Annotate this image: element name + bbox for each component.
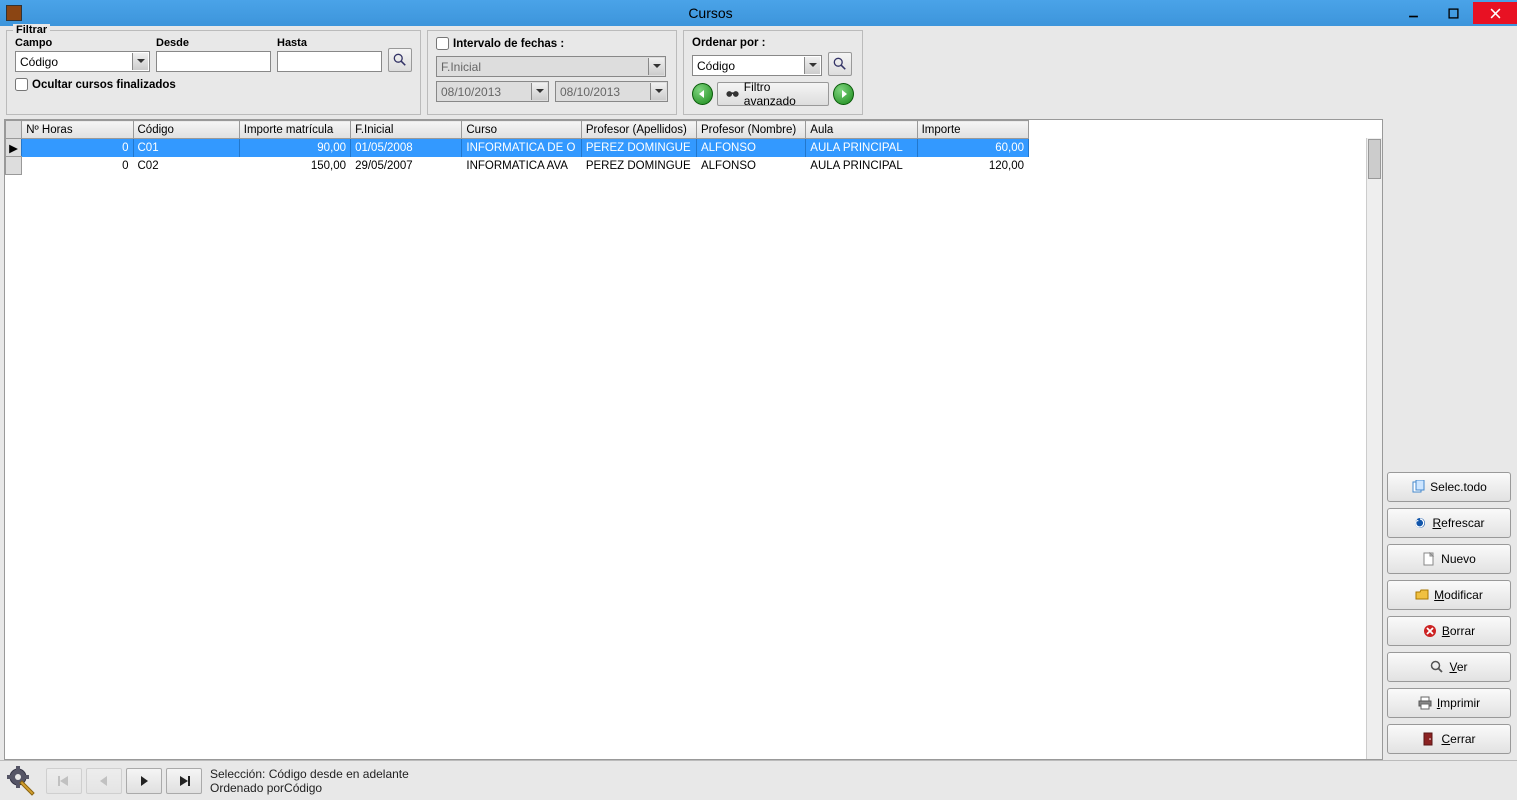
- status-text: Selección: Código desde en adelante Orde…: [210, 767, 409, 795]
- search-icon: [833, 57, 847, 71]
- binoculars-icon: [726, 88, 739, 100]
- desde-label: Desde: [156, 37, 271, 49]
- door-icon: [1422, 732, 1436, 746]
- gear-icon: [6, 765, 38, 797]
- app-icon: [6, 5, 22, 21]
- folder-icon: [1415, 588, 1429, 602]
- top-panel: Filtrar Campo Código Desde Hasta Ocultar…: [0, 26, 1517, 119]
- bottom-bar: Selección: Código desde en adelante Orde…: [0, 760, 1517, 800]
- print-icon: [1418, 696, 1432, 710]
- search-icon: [393, 53, 407, 67]
- order-title: Ordenar por :: [692, 37, 854, 49]
- campo-select[interactable]: Código: [15, 51, 150, 72]
- record-nav: [46, 768, 202, 794]
- delete-button[interactable]: Borrar: [1387, 616, 1511, 646]
- col-importe[interactable]: Importe: [917, 121, 1028, 139]
- col-codigo[interactable]: Código: [133, 121, 239, 139]
- select-all-button[interactable]: Selec.todo: [1387, 472, 1511, 502]
- date-field-select[interactable]: F.Inicial: [436, 56, 666, 77]
- new-icon: [1422, 552, 1436, 566]
- advanced-filter-button[interactable]: Filtro avanzado: [717, 82, 830, 106]
- data-grid[interactable]: Nº Horas Código Importe matrícula F.Inic…: [4, 119, 1383, 760]
- desde-input[interactable]: [156, 51, 271, 72]
- copy-icon: [1411, 480, 1425, 494]
- header-row: Nº Horas Código Importe matrícula F.Inic…: [6, 121, 1029, 139]
- window-title: Cursos: [28, 5, 1393, 21]
- titlebar: Cursos: [0, 0, 1517, 26]
- hide-finished-label: Ocultar cursos finalizados: [32, 79, 176, 91]
- next-record-button[interactable]: [126, 768, 162, 794]
- table-row[interactable]: 0C02150,0029/05/2007INFORMATICA AVAPEREZ…: [6, 157, 1029, 175]
- last-record-button[interactable]: [166, 768, 202, 794]
- first-record-button[interactable]: [46, 768, 82, 794]
- date-to-input[interactable]: 08/10/2013: [555, 81, 668, 102]
- magnifier-icon: [1430, 660, 1444, 674]
- col-matricula[interactable]: Importe matrícula: [239, 121, 350, 139]
- col-curso[interactable]: Curso: [462, 121, 581, 139]
- filter-group-title: Filtrar: [13, 24, 50, 36]
- filter-group: Filtrar Campo Código Desde Hasta Ocultar…: [6, 30, 421, 115]
- hide-finished-checkbox[interactable]: [15, 78, 28, 91]
- order-select[interactable]: Código: [692, 55, 822, 76]
- col-finicial[interactable]: F.Inicial: [351, 121, 462, 139]
- sidebar: Selec.todo RRefrescarefrescar Nuevo Modi…: [1387, 119, 1517, 760]
- refresh-button[interactable]: RRefrescarefrescar: [1387, 508, 1511, 538]
- delete-icon: [1423, 624, 1437, 638]
- view-button[interactable]: Ver: [1387, 652, 1511, 682]
- col-prof-ap[interactable]: Profesor (Apellidos): [581, 121, 696, 139]
- prev-button[interactable]: [692, 83, 713, 105]
- prev-record-button[interactable]: [86, 768, 122, 794]
- search-icon-button[interactable]: [388, 48, 412, 72]
- vertical-scrollbar[interactable]: [1366, 138, 1382, 759]
- print-button[interactable]: Imprimir: [1387, 688, 1511, 718]
- new-button[interactable]: Nuevo: [1387, 544, 1511, 574]
- close-button-sidebar[interactable]: Cerrar: [1387, 724, 1511, 754]
- maximize-button[interactable]: [1433, 2, 1473, 24]
- date-range-title: Intervalo de fechas :: [453, 38, 564, 50]
- order-group: Ordenar por : Código Filtro avanzado: [683, 30, 863, 115]
- col-horas[interactable]: Nº Horas: [22, 121, 133, 139]
- date-range-checkbox[interactable]: [436, 37, 449, 50]
- hasta-label: Hasta: [277, 37, 382, 49]
- col-prof-no[interactable]: Profesor (Nombre): [696, 121, 805, 139]
- hasta-input[interactable]: [277, 51, 382, 72]
- date-range-group: Intervalo de fechas : F.Inicial 08/10/20…: [427, 30, 677, 115]
- minimize-button[interactable]: [1393, 2, 1433, 24]
- campo-label: Campo: [15, 37, 150, 49]
- refresh-icon: [1413, 516, 1427, 530]
- table-row[interactable]: ▶0C0190,0001/05/2008INFORMATICA DE OPERE…: [6, 139, 1029, 157]
- date-from-input[interactable]: 08/10/2013: [436, 81, 549, 102]
- modify-button[interactable]: Modificar: [1387, 580, 1511, 610]
- order-search-button[interactable]: [828, 52, 852, 76]
- col-aula[interactable]: Aula: [806, 121, 917, 139]
- close-button[interactable]: [1473, 2, 1517, 24]
- next-button[interactable]: [833, 83, 854, 105]
